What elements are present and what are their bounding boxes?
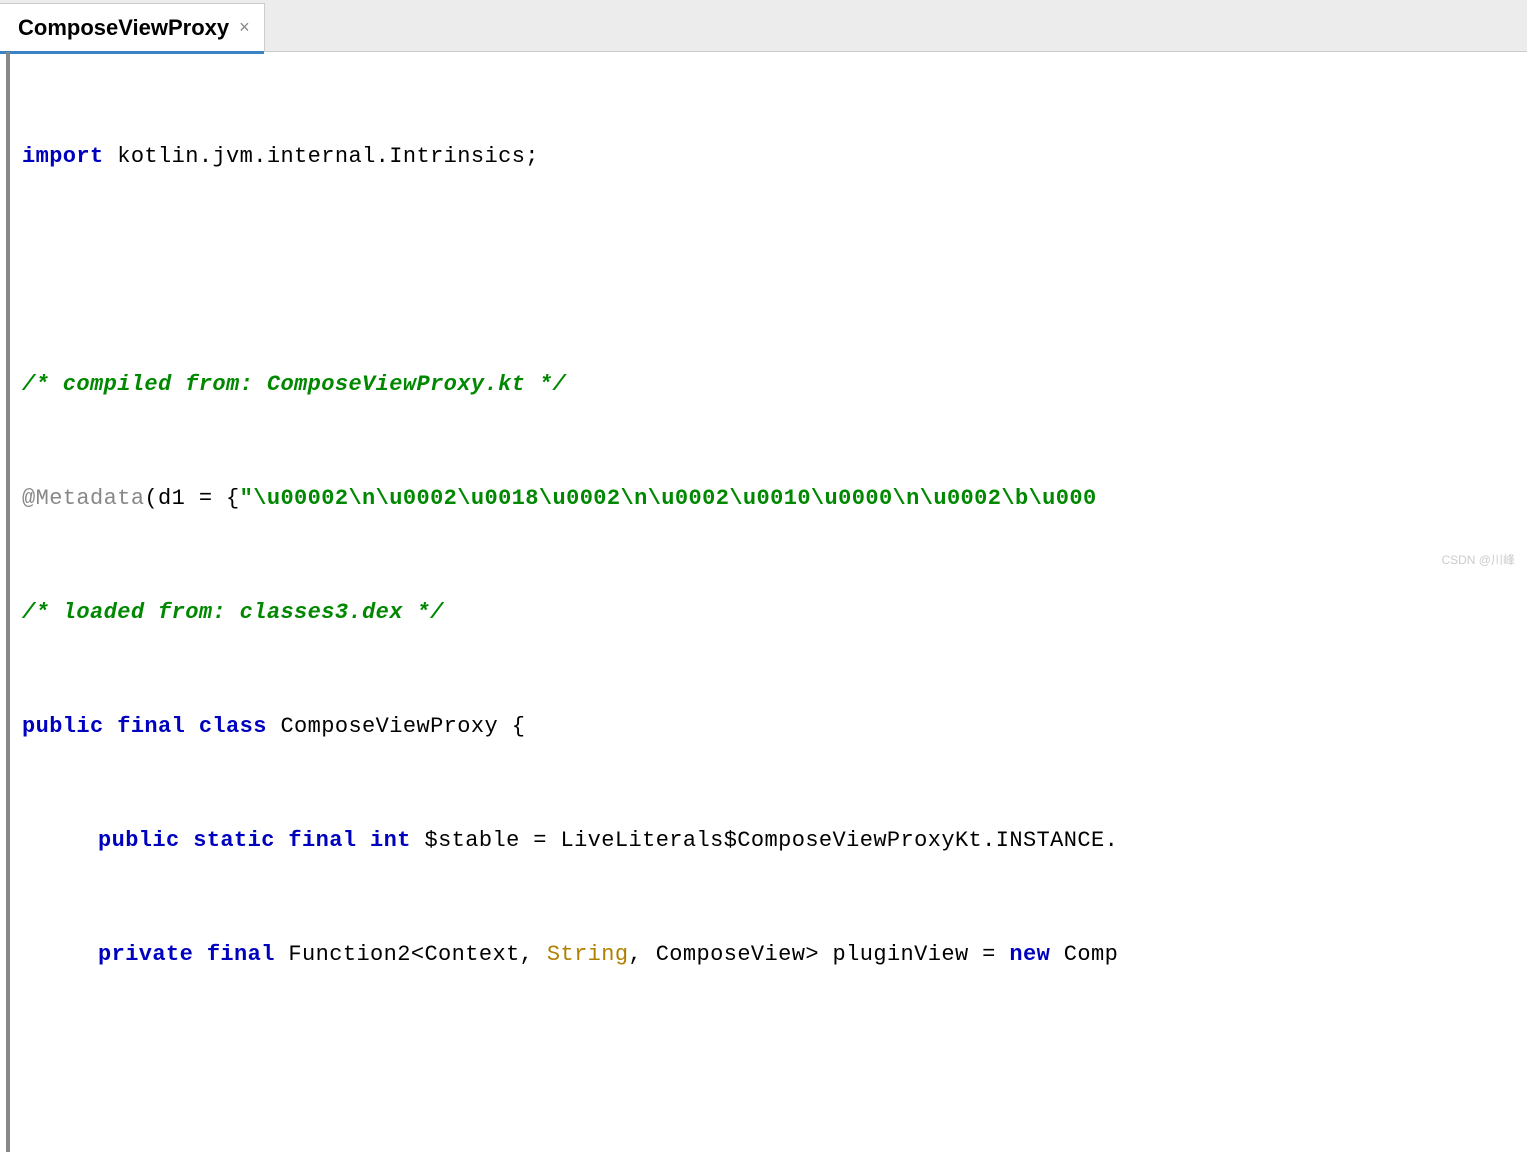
keyword: private final xyxy=(98,936,275,974)
keyword: public final class xyxy=(22,708,267,746)
code-text: , ComposeView> pluginView = xyxy=(629,936,1010,974)
comment: /* loaded from: classes3.dex */ xyxy=(22,594,444,632)
code-line: public final class ComposeViewProxy { xyxy=(10,708,1527,746)
code-text: Function2<Context, xyxy=(275,936,547,974)
code-editor[interactable]: import kotlin.jvm.internal.Intrinsics; /… xyxy=(6,52,1527,1152)
annotation: @Metadata xyxy=(22,480,144,518)
code-line: /* compiled from: ComposeViewProxy.kt */ xyxy=(10,366,1527,404)
code-line xyxy=(10,1050,1527,1088)
code-text: Comp xyxy=(1050,936,1118,974)
editor-tab[interactable]: ComposeViewProxy × xyxy=(0,3,265,51)
code-line xyxy=(10,252,1527,290)
comment: /* compiled from: ComposeViewProxy.kt */ xyxy=(22,366,566,404)
code-line: public static final int $stable = LiveLi… xyxy=(10,822,1527,860)
class-name: ComposeViewProxy xyxy=(267,708,512,746)
watermark: CSDN @川峰 xyxy=(1441,551,1515,568)
code-text: (d1 = { xyxy=(144,480,239,518)
string-literal: "\u00002\n\u0002\u0018\u0002\n\u0002\u00… xyxy=(240,480,1097,518)
code-line: /* loaded from: classes3.dex */ xyxy=(10,594,1527,632)
code-text: $stable = LiveLiterals$ComposeViewProxyK… xyxy=(411,822,1118,860)
close-icon[interactable]: × xyxy=(239,17,250,38)
code-line: @Metadata(d1 = {"\u00002\n\u0002\u0018\u… xyxy=(10,480,1527,518)
code-line: import kotlin.jvm.internal.Intrinsics; xyxy=(10,138,1527,176)
tab-bar: ComposeViewProxy × xyxy=(0,0,1527,52)
keyword: public static final int xyxy=(98,822,411,860)
type: String xyxy=(547,936,629,974)
keyword: new xyxy=(1009,936,1050,974)
code-line: private final Function2<Context, String,… xyxy=(10,936,1527,974)
tab-title: ComposeViewProxy xyxy=(18,15,229,41)
code-text: kotlin.jvm.internal.Intrinsics; xyxy=(104,138,539,176)
keyword: import xyxy=(22,138,104,176)
brace: { xyxy=(512,708,526,746)
